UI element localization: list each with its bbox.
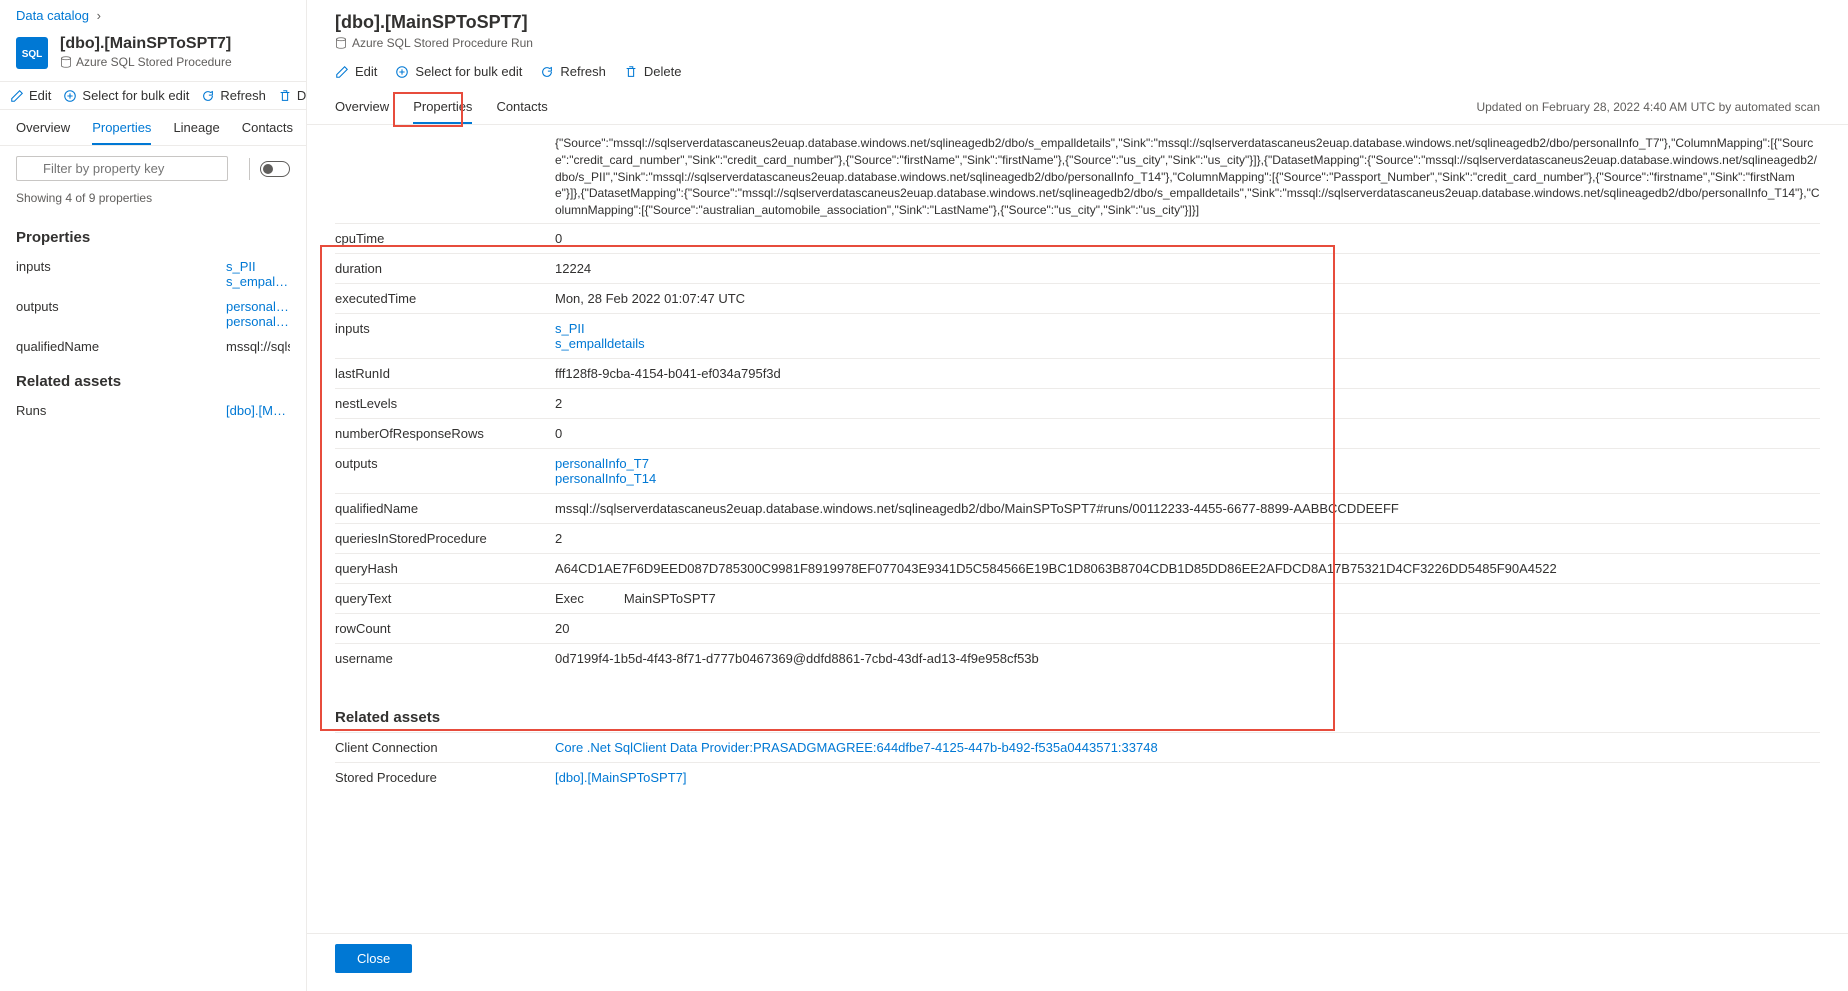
left-panel: Data catalog › SQL [dbo].[MainSPToSPT7] … [0, 0, 307, 991]
asset-subtitle: Azure SQL Stored Procedure [60, 55, 232, 69]
link[interactable]: personalInfo_T [226, 314, 290, 329]
showing-count: Showing 4 of 9 properties [0, 191, 306, 215]
tab-contacts[interactable]: Contacts [496, 89, 547, 124]
divider [249, 158, 250, 180]
link[interactable]: s_empalldetails [226, 274, 290, 289]
link[interactable]: s_PII [555, 321, 1820, 336]
right-tabs-row: Overview Properties Contacts Updated on … [307, 89, 1848, 125]
table-row: lastRunIdfff128f8-9cba-4154-b041-ef034a7… [335, 358, 1820, 388]
page-title: [dbo].[MainSPToSPT7] [335, 12, 1820, 33]
related-table: Client ConnectionCore .Net SqlClient Dat… [335, 732, 1820, 792]
trash-icon [624, 65, 638, 79]
chevron-right-icon: › [97, 8, 101, 23]
refresh-button[interactable]: Refresh [201, 88, 266, 103]
prop-row: qualifiedName mssql://sqlserv [0, 334, 306, 359]
table-row: qualifiedNamemssql://sqlserverdatascaneu… [335, 493, 1820, 523]
properties-table: cpuTime0 duration12224 executedTimeMon, … [335, 223, 1820, 673]
page-subtitle: Azure SQL Stored Procedure Run [335, 36, 1820, 50]
refresh-icon [201, 89, 215, 103]
table-row: rowCount20 [335, 613, 1820, 643]
link[interactable]: [dbo].[MainSPT [226, 403, 290, 418]
db-icon [60, 56, 72, 68]
pencil-icon [10, 89, 24, 103]
section-related: Related assets [0, 359, 306, 398]
link[interactable]: Core .Net SqlClient Data Provider:PRASAD… [555, 740, 1820, 755]
mapping-blob: {"Source":"mssql://sqlserverdatascaneus2… [335, 135, 1820, 219]
prop-row: outputs personalInfo_TpersonalInfo_T [0, 294, 306, 334]
updated-label: Updated on February 28, 2022 4:40 AM UTC… [1476, 100, 1820, 114]
toggle[interactable] [260, 161, 290, 177]
tab-properties[interactable]: Properties [92, 110, 151, 145]
close-row: Close [307, 933, 1848, 991]
right-toolbar: Edit Select for bulk edit Refresh Delete [307, 50, 1848, 89]
trash-icon [278, 89, 292, 103]
table-row: nestLevels2 [335, 388, 1820, 418]
table-row: queriesInStoredProcedure2 [335, 523, 1820, 553]
tab-lineage[interactable]: Lineage [173, 110, 219, 145]
edit-button[interactable]: Edit [335, 64, 377, 79]
right-header: [dbo].[MainSPToSPT7] Azure SQL Stored Pr… [307, 0, 1848, 50]
tab-properties[interactable]: Properties [413, 89, 472, 124]
pencil-icon [335, 65, 349, 79]
link[interactable]: personalInfo_T [226, 299, 290, 314]
table-row: Stored Procedure[dbo].[MainSPToSPT7] [335, 762, 1820, 792]
link[interactable]: s_PII [226, 259, 290, 274]
link[interactable]: personalInfo_T7 [555, 456, 1820, 471]
asset-title: [dbo].[MainSPToSPT7] [60, 35, 232, 53]
related-assets-title: Related assets [335, 709, 1820, 726]
table-row: outputs personalInfo_T7personalInfo_T14 [335, 448, 1820, 493]
table-row: queryText ExecMainSPToSPT7 [335, 583, 1820, 613]
left-header: SQL [dbo].[MainSPToSPT7] Azure SQL Store… [0, 27, 306, 82]
table-row: queryHashA64CD1AE7F6D9EED087D785300C9981… [335, 553, 1820, 583]
breadcrumb-item[interactable]: Data catalog [16, 8, 89, 23]
table-row: executedTimeMon, 28 Feb 2022 01:07:47 UT… [335, 283, 1820, 313]
plus-circle-icon [395, 65, 409, 79]
right-body: {"Source":"mssql://sqlserverdatascaneus2… [307, 125, 1848, 933]
prop-row: inputs s_PIIs_empalldetails [0, 254, 306, 294]
db-icon [335, 37, 347, 49]
table-row: duration12224 [335, 253, 1820, 283]
bulk-edit-button[interactable]: Select for bulk edit [395, 64, 522, 79]
right-panel: [dbo].[MainSPToSPT7] Azure SQL Stored Pr… [307, 0, 1848, 991]
left-tabs: Overview Properties Lineage Contacts Re [0, 110, 306, 146]
sql-icon: SQL [16, 37, 48, 69]
filter-row [0, 146, 306, 191]
refresh-icon [540, 65, 554, 79]
table-row: Client ConnectionCore .Net SqlClient Dat… [335, 732, 1820, 762]
table-row: numberOfResponseRows0 [335, 418, 1820, 448]
plus-circle-icon [63, 89, 77, 103]
close-button[interactable]: Close [335, 944, 412, 973]
link[interactable]: s_empalldetails [555, 336, 1820, 351]
link[interactable]: [dbo].[MainSPToSPT7] [555, 770, 1820, 785]
link[interactable]: personalInfo_T14 [555, 471, 1820, 486]
table-row: inputs s_PIIs_empalldetails [335, 313, 1820, 358]
delete-button[interactable]: Delete [624, 64, 682, 79]
filter-input[interactable] [16, 156, 228, 181]
section-properties: Properties [0, 215, 306, 254]
left-toolbar: Edit Select for bulk edit Refresh Delete [0, 82, 306, 110]
tab-contacts[interactable]: Contacts [242, 110, 293, 145]
table-row: cpuTime0 [335, 223, 1820, 253]
right-tabs: Overview Properties Contacts [335, 89, 548, 124]
table-row: username0d7199f4-1b5d-4f43-8f71-d777b046… [335, 643, 1820, 673]
bulk-edit-button[interactable]: Select for bulk edit [63, 88, 189, 103]
edit-button[interactable]: Edit [10, 88, 51, 103]
refresh-button[interactable]: Refresh [540, 64, 606, 79]
prop-row: Runs [dbo].[MainSPT [0, 398, 306, 423]
tab-overview[interactable]: Overview [335, 89, 389, 124]
delete-button[interactable]: Delete [278, 88, 306, 103]
breadcrumb: Data catalog › [0, 0, 306, 27]
tab-overview[interactable]: Overview [16, 110, 70, 145]
